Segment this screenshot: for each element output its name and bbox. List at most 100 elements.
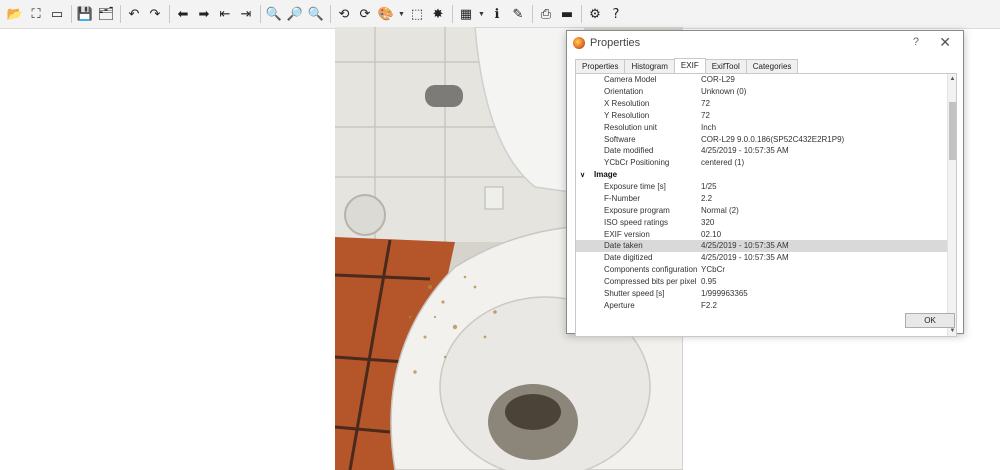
print-icon[interactable]: ⎙ [537,5,555,23]
exif-key: Date taken [604,241,643,251]
chevron-down-icon[interactable]: ▼ [398,11,405,18]
exif-value: 02.10 [701,229,722,239]
exif-key: EXIF version [604,229,650,239]
exif-key: YCbCr Positioning [604,158,670,168]
close-button[interactable]: ✕ [939,34,951,51]
toolbar-divider [330,5,331,23]
list-item[interactable]: Compressed bits per pixel 0.95 [576,276,949,288]
list-item[interactable]: Camera Model COR-L29 [576,74,949,86]
dialog-titlebar[interactable]: Properties ? ✕ [567,31,963,55]
redo-icon[interactable]: ↷ [146,5,164,23]
list-item[interactable]: F-Number 2.2 [576,193,949,205]
exif-key: Resolution unit [604,122,657,132]
exif-value: 72 [701,110,710,120]
list-item[interactable]: Aperture F2.2 [576,299,949,311]
list-item[interactable]: X Resolution 72 [576,98,949,110]
rotate-left-icon[interactable]: ⟲ [335,5,353,23]
list-item[interactable]: Software COR-L29 9.0.0.186(SP52C432E2R1P9… [576,133,949,145]
exif-value: COR-L29 [701,75,735,85]
tab-categories[interactable]: Categories [745,59,799,74]
list-item[interactable]: Exposure program Normal (2) [576,204,949,216]
exif-key: Date digitized [604,253,653,263]
batch-icon[interactable]: 🗂 [97,5,115,23]
exif-value: Inch [701,122,717,132]
toolbar-divider [71,5,72,23]
list-item[interactable]: Orientation Unknown (0) [576,86,949,98]
last-page-icon[interactable]: ⇥ [237,5,255,23]
edit-icon[interactable]: ✎ [509,5,527,23]
exif-key: Date modified [604,146,654,156]
zoom-in-icon[interactable]: 🔍 [265,5,283,23]
properties-dialog: Properties ? ✕ Properties Histogram EXIF… [566,30,964,337]
exif-key: Aperture [604,300,635,310]
tab-histogram[interactable]: Histogram [624,59,675,74]
exif-value: 4/25/2019 - 10:57:35 AM [701,241,789,251]
prev-icon[interactable]: ⬅ [174,5,192,23]
exif-value: COR-L29 9.0.0.186(SP52C432E2R1P9) [701,134,845,144]
scan-icon[interactable]: ▬ [558,5,576,23]
chevron-down-icon[interactable]: ▼ [478,11,485,18]
slideshow-icon[interactable]: ▭ [48,5,66,23]
section-label: Image [594,170,618,180]
exif-key: Compressed bits per pixel [604,276,697,286]
list-item[interactable]: ISO speed ratings 320 [576,216,949,228]
exif-key: Camera Model [604,75,657,85]
list-item[interactable]: YCbCr Positioning centered (1) [576,157,949,169]
tab-properties[interactable]: Properties [575,59,626,74]
exif-key: Shutter speed [s] [604,288,665,298]
app-logo-icon [573,37,585,49]
vertical-scrollbar[interactable]: ▲ ▼ [947,74,956,336]
help-icon[interactable]: ? [607,5,625,23]
dialog-tabs: Properties Histogram EXIF ExifTool Categ… [575,58,799,74]
effects-icon[interactable]: ✸ [429,5,447,23]
rotate-right-icon[interactable]: ⟳ [356,5,374,23]
exif-value: 72 [701,99,710,109]
exif-key: Software [604,134,636,144]
toolbar-divider [260,5,261,23]
exif-key: Y Resolution [604,110,650,120]
exif-key: F-Number [604,194,641,204]
exif-list[interactable]: Camera Model COR-L29 Orientation Unknown (… [576,74,949,336]
color-icon[interactable]: ▦ [457,5,475,23]
chevron-down-icon[interactable]: ∨ [576,171,594,179]
help-button[interactable]: ? [913,36,919,48]
fullscreen-icon[interactable]: ⛶ [27,5,45,23]
exif-value: Unknown (0) [701,87,747,97]
list-item[interactable]: Components configuration YCbCr [576,264,949,276]
undo-icon[interactable]: ↶ [125,5,143,23]
zoom-out-icon[interactable]: 🔍 [307,5,325,23]
exif-value: 2.2 [701,194,713,204]
exif-key: Orientation [604,87,644,97]
list-item[interactable]: Date digitized 4/25/2019 - 10:57:35 AM [576,252,949,264]
list-item[interactable]: Resolution unit Inch [576,121,949,133]
info-icon[interactable]: ℹ [488,5,506,23]
exif-value: 1/25 [701,182,717,192]
scrollbar-thumb[interactable] [949,102,956,160]
open-folder-icon[interactable]: 📂 [6,5,24,23]
ok-button[interactable]: OK [905,313,955,328]
exif-key: Components configuration [604,265,698,275]
list-item-selected[interactable]: Date taken 4/25/2019 - 10:57:35 AM [576,239,949,252]
section-header-image[interactable]: ∨ Image [576,169,949,181]
list-item[interactable]: Date modified 4/25/2019 - 10:57:35 AM [576,145,949,157]
zoom-fit-icon[interactable]: 🔎 [286,5,304,23]
first-page-icon[interactable]: ⇤ [216,5,234,23]
tab-exif[interactable]: EXIF [673,58,706,74]
toolbar-divider [169,5,170,23]
image-viewer-window: 📂 ⛶ ▭ 💾 🗂 ↶ ↷ ⬅ ➡ ⇤ ⇥ 🔍 🔎 🔍 ⟲ ⟳ 🎨 ▼ ⬚ ✸ … [0,0,1000,470]
next-icon[interactable]: ➡ [195,5,213,23]
crop-icon[interactable]: ⬚ [408,5,426,23]
list-item[interactable]: EXIF version 02.10 [576,228,949,240]
tab-exiftool[interactable]: ExifTool [704,59,747,74]
scroll-up-icon[interactable]: ▲ [948,74,956,84]
exif-key: X Resolution [604,99,650,109]
list-item[interactable]: Y Resolution 72 [576,110,949,122]
settings-icon[interactable]: ⚙ [586,5,604,23]
save-icon[interactable]: 💾 [76,5,94,23]
paint-icon[interactable]: 🎨 [377,5,395,23]
list-item[interactable]: Shutter speed [s] 1/999963365 [576,287,949,299]
toolbar-divider [532,5,533,23]
list-item[interactable]: Exposure time [s] 1/25 [576,181,949,193]
exif-value: YCbCr [701,265,726,275]
exif-value: 1/999963365 [701,288,748,298]
